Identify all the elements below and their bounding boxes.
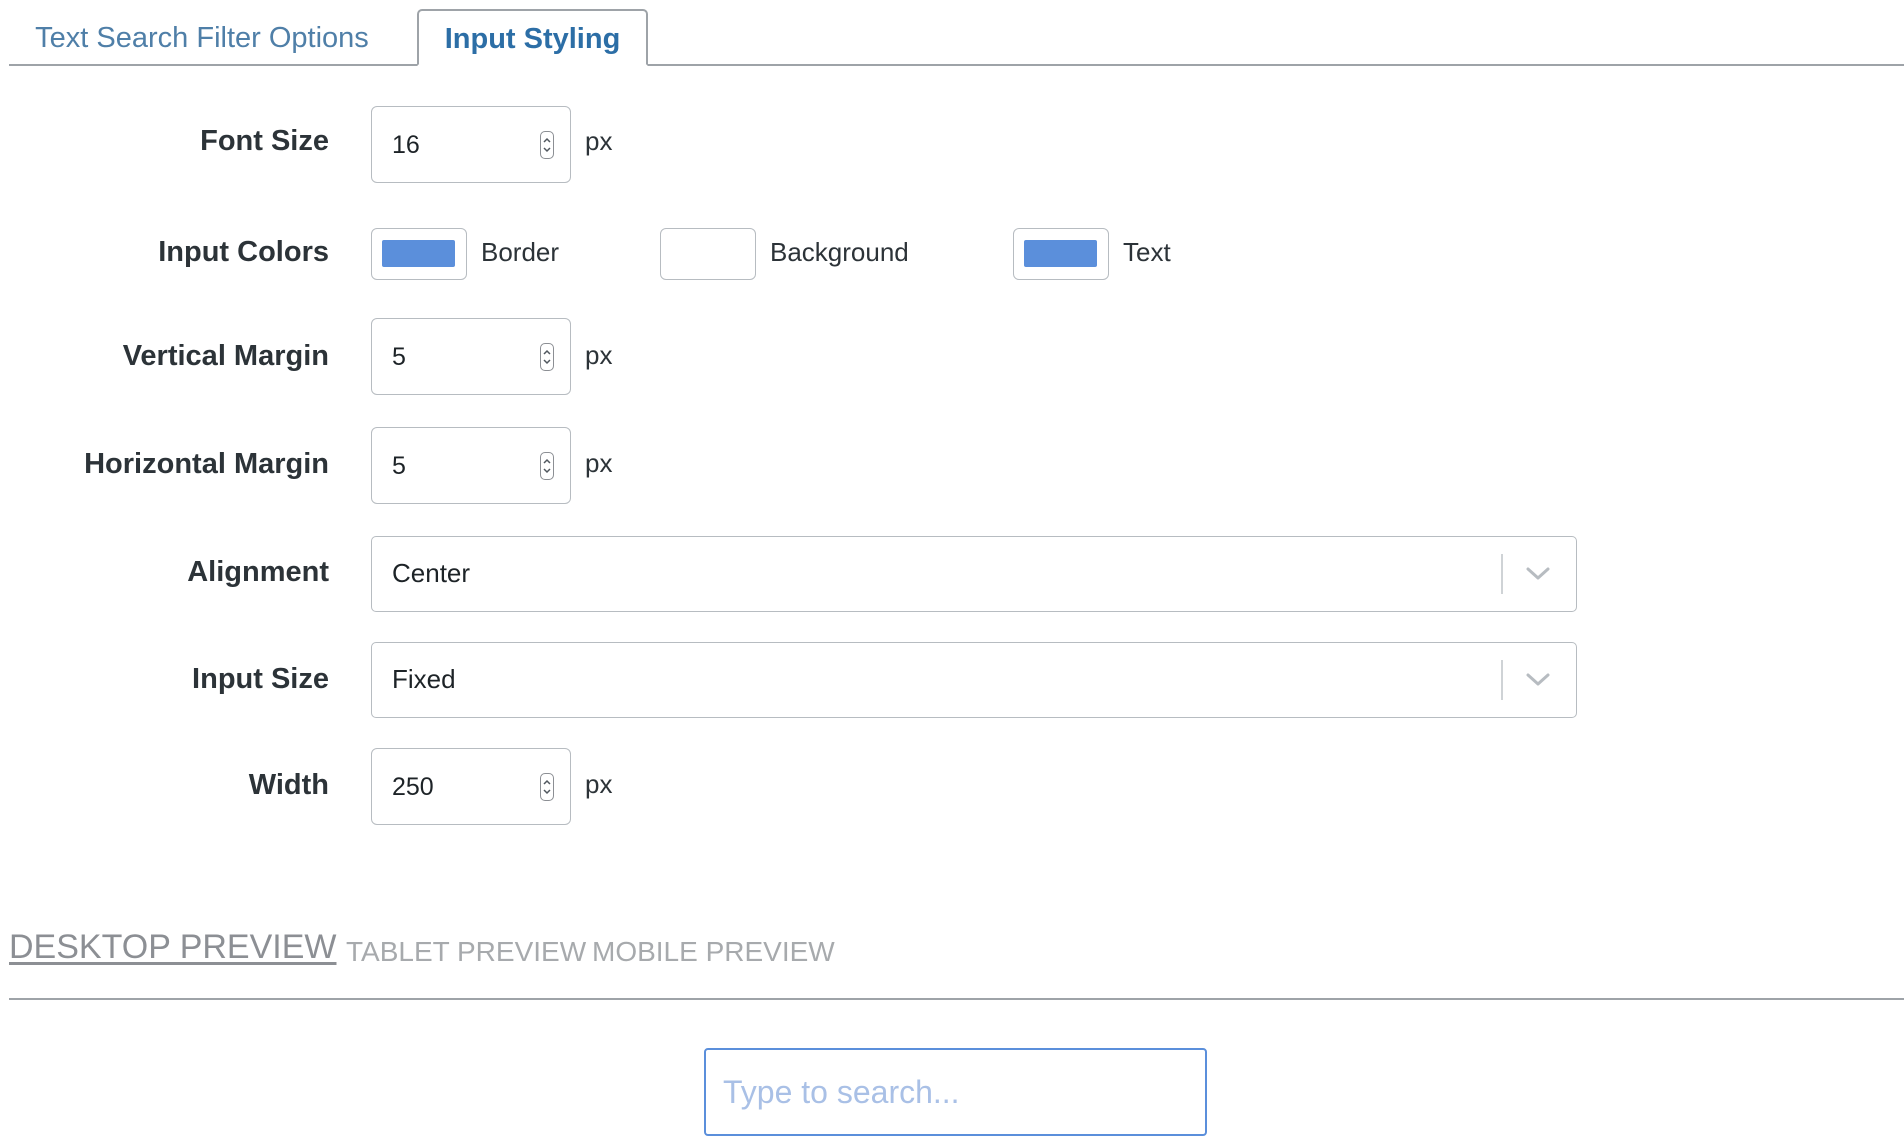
text-color-swatch (1024, 240, 1097, 267)
vertical-margin-value: 5 (392, 343, 406, 371)
spinner-arrows-icon (543, 779, 551, 795)
chevron-down-icon (1526, 673, 1550, 686)
chevron-down-icon (1526, 567, 1550, 580)
horizontal-margin-value: 5 (392, 452, 406, 480)
input-size-select[interactable]: Fixed (371, 642, 1577, 718)
preview-search-input[interactable] (704, 1048, 1207, 1136)
horizontal-margin-unit: px (585, 448, 613, 478)
tab-desktop-preview[interactable]: DESKTOP PREVIEW (9, 928, 337, 967)
width-spinner[interactable] (540, 773, 554, 801)
border-color-swatch (382, 240, 455, 267)
font-size-label: Font Size (200, 125, 329, 157)
font-size-unit: px (585, 126, 613, 156)
tab-mobile-preview[interactable]: MOBILE PREVIEW (592, 936, 835, 968)
vertical-margin-unit: px (585, 340, 613, 370)
background-color-picker[interactable] (660, 228, 756, 280)
vertical-margin-input[interactable]: 5 (371, 318, 571, 395)
alignment-select[interactable]: Center (371, 536, 1577, 612)
font-size-input[interactable]: 16 (371, 106, 571, 183)
settings-tabs: Text Search Filter Options Input Styling (9, 0, 1904, 66)
width-input[interactable]: 250 (371, 748, 571, 825)
input-colors-label: Input Colors (158, 236, 329, 268)
border-color-picker[interactable] (371, 228, 467, 280)
background-color-label: Background (770, 237, 909, 267)
width-value: 250 (392, 773, 434, 801)
vertical-margin-label: Vertical Margin (122, 340, 329, 372)
width-unit: px (585, 769, 613, 799)
spinner-arrows-icon (543, 349, 551, 365)
tab-text-search-filter-options[interactable]: Text Search Filter Options (9, 10, 395, 66)
font-size-value: 16 (392, 131, 420, 159)
spinner-arrows-icon (543, 458, 551, 474)
input-size-label: Input Size (192, 663, 329, 695)
horizontal-margin-label: Horizontal Margin (84, 448, 329, 480)
input-size-value: Fixed (392, 664, 456, 694)
text-color-picker[interactable] (1013, 228, 1109, 280)
spinner-arrows-icon (543, 137, 551, 153)
horizontal-margin-input[interactable]: 5 (371, 427, 571, 504)
vertical-margin-spinner[interactable] (540, 343, 554, 371)
width-label: Width (248, 769, 329, 801)
preview-tabs: DESKTOP PREVIEW TABLET PREVIEW MOBILE PR… (9, 928, 1904, 1000)
text-color-label: Text (1123, 237, 1171, 267)
tab-input-styling[interactable]: Input Styling (417, 9, 648, 66)
select-separator (1501, 554, 1503, 594)
background-color-swatch (671, 240, 744, 267)
select-separator (1501, 660, 1503, 700)
font-size-spinner[interactable] (540, 131, 554, 159)
alignment-value: Center (392, 558, 471, 588)
alignment-label: Alignment (187, 556, 329, 588)
border-color-label: Border (481, 237, 560, 267)
horizontal-margin-spinner[interactable] (540, 452, 554, 480)
tab-tablet-preview[interactable]: TABLET PREVIEW (346, 936, 586, 968)
